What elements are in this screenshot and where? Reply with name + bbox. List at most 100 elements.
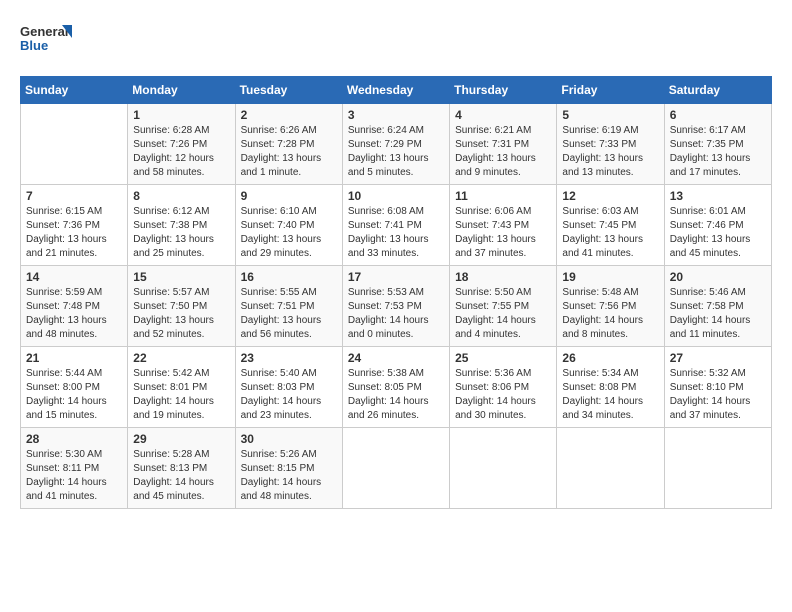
day-number: 6 bbox=[670, 108, 766, 122]
page-header: General Blue bbox=[20, 20, 772, 60]
calendar-cell: 23 Sunrise: 5:40 AM Sunset: 8:03 PM Dayli… bbox=[235, 347, 342, 428]
day-info: Sunrise: 6:15 AM Sunset: 7:36 PM Dayligh… bbox=[26, 205, 122, 261]
day-number: 19 bbox=[562, 270, 658, 284]
weekday-header: Saturday bbox=[664, 77, 771, 104]
day-info: Sunrise: 6:06 AM Sunset: 7:43 PM Dayligh… bbox=[455, 205, 551, 261]
weekday-header: Friday bbox=[557, 77, 664, 104]
day-number: 8 bbox=[133, 189, 229, 203]
calendar-cell: 12Sunrise: 6:03 AM Sunset: 7:45 PM Dayli… bbox=[557, 185, 664, 266]
day-info: Sunrise: 6:10 AM Sunset: 7:40 PM Dayligh… bbox=[241, 205, 337, 261]
day-info: Sunrise: 5:32 AM Sunset: 8:10 PM Dayligh… bbox=[670, 367, 766, 423]
day-info: Sunrise: 5:59 AM Sunset: 7:48 PM Dayligh… bbox=[26, 286, 122, 342]
calendar-cell: 30 Sunrise: 5:26 AM Sunset: 8:15 PM Dayli… bbox=[235, 428, 342, 509]
day-number: 5 bbox=[562, 108, 658, 122]
day-number: 21 bbox=[26, 351, 122, 365]
calendar-cell bbox=[450, 428, 557, 509]
day-number: 11 bbox=[455, 189, 551, 203]
day-number: 4 bbox=[455, 108, 551, 122]
logo-svg: General Blue bbox=[20, 20, 72, 60]
day-number: 24 bbox=[348, 351, 444, 365]
day-number: 10 bbox=[348, 189, 444, 203]
calendar-week-row: 1 Sunrise: 6:28 AM Sunset: 7:26 PM Daylig… bbox=[21, 104, 772, 185]
calendar-cell: 1 Sunrise: 6:28 AM Sunset: 7:26 PM Daylig… bbox=[128, 104, 235, 185]
calendar-table: SundayMondayTuesdayWednesdayThursdayFrid… bbox=[20, 76, 772, 509]
calendar-cell: 2 Sunrise: 6:26 AM Sunset: 7:28 PM Daylig… bbox=[235, 104, 342, 185]
calendar-cell: 28 Sunrise: 5:30 AM Sunset: 8:11 PM Dayli… bbox=[21, 428, 128, 509]
weekday-header: Thursday bbox=[450, 77, 557, 104]
calendar-cell: 26 Sunrise: 5:34 AM Sunset: 8:08 PM Dayli… bbox=[557, 347, 664, 428]
day-info: Sunrise: 5:26 AM Sunset: 8:15 PM Dayligh… bbox=[241, 448, 337, 504]
calendar-week-row: 14 Sunrise: 5:59 AM Sunset: 7:48 PM Dayli… bbox=[21, 266, 772, 347]
day-number: 28 bbox=[26, 432, 122, 446]
calendar-cell: 15 Sunrise: 5:57 AM Sunset: 7:50 PM Dayli… bbox=[128, 266, 235, 347]
day-info: Sunrise: 5:42 AM Sunset: 8:01 PM Dayligh… bbox=[133, 367, 229, 423]
day-info: Sunrise: 6:26 AM Sunset: 7:28 PM Dayligh… bbox=[241, 124, 337, 180]
day-info: Sunrise: 5:30 AM Sunset: 8:11 PM Dayligh… bbox=[26, 448, 122, 504]
day-info: Sunrise: 6:08 AM Sunset: 7:41 PM Dayligh… bbox=[348, 205, 444, 261]
calendar-cell bbox=[342, 428, 449, 509]
day-info: Sunrise: 5:46 AM Sunset: 7:58 PM Dayligh… bbox=[670, 286, 766, 342]
logo: General Blue bbox=[20, 20, 72, 60]
calendar-cell: 18 Sunrise: 5:50 AM Sunset: 7:55 PM Dayli… bbox=[450, 266, 557, 347]
day-number: 2 bbox=[241, 108, 337, 122]
day-info: Sunrise: 5:28 AM Sunset: 8:13 PM Dayligh… bbox=[133, 448, 229, 504]
day-number: 12 bbox=[562, 189, 658, 203]
day-number: 7 bbox=[26, 189, 122, 203]
day-number: 23 bbox=[241, 351, 337, 365]
day-number: 1 bbox=[133, 108, 229, 122]
day-info: Sunrise: 6:28 AM Sunset: 7:26 PM Dayligh… bbox=[133, 124, 229, 180]
calendar-week-row: 28 Sunrise: 5:30 AM Sunset: 8:11 PM Dayli… bbox=[21, 428, 772, 509]
day-number: 26 bbox=[562, 351, 658, 365]
calendar-cell: 7 Sunrise: 6:15 AM Sunset: 7:36 PM Daylig… bbox=[21, 185, 128, 266]
weekday-header: Monday bbox=[128, 77, 235, 104]
day-number: 29 bbox=[133, 432, 229, 446]
header-row: SundayMondayTuesdayWednesdayThursdayFrid… bbox=[21, 77, 772, 104]
day-info: Sunrise: 5:36 AM Sunset: 8:06 PM Dayligh… bbox=[455, 367, 551, 423]
day-number: 15 bbox=[133, 270, 229, 284]
day-info: Sunrise: 6:12 AM Sunset: 7:38 PM Dayligh… bbox=[133, 205, 229, 261]
calendar-cell bbox=[557, 428, 664, 509]
calendar-cell: 19 Sunrise: 5:48 AM Sunset: 7:56 PM Dayli… bbox=[557, 266, 664, 347]
calendar-cell: 24 Sunrise: 5:38 AM Sunset: 8:05 PM Dayli… bbox=[342, 347, 449, 428]
calendar-cell: 3 Sunrise: 6:24 AM Sunset: 7:29 PM Daylig… bbox=[342, 104, 449, 185]
calendar-cell: 11 Sunrise: 6:06 AM Sunset: 7:43 PM Dayli… bbox=[450, 185, 557, 266]
weekday-header: Sunday bbox=[21, 77, 128, 104]
day-info: Sunrise: 5:53 AM Sunset: 7:53 PM Dayligh… bbox=[348, 286, 444, 342]
svg-text:General: General bbox=[20, 24, 68, 39]
day-info: Sunrise: 6:19 AM Sunset: 7:33 PM Dayligh… bbox=[562, 124, 658, 180]
day-number: 18 bbox=[455, 270, 551, 284]
calendar-cell: 27 Sunrise: 5:32 AM Sunset: 8:10 PM Dayli… bbox=[664, 347, 771, 428]
svg-text:Blue: Blue bbox=[20, 38, 48, 53]
calendar-cell: 13Sunrise: 6:01 AM Sunset: 7:46 PM Dayli… bbox=[664, 185, 771, 266]
day-number: 20 bbox=[670, 270, 766, 284]
weekday-header: Wednesday bbox=[342, 77, 449, 104]
day-number: 30 bbox=[241, 432, 337, 446]
calendar-cell: 17 Sunrise: 5:53 AM Sunset: 7:53 PM Dayli… bbox=[342, 266, 449, 347]
day-number: 14 bbox=[26, 270, 122, 284]
calendar-cell: 21Sunrise: 5:44 AM Sunset: 8:00 PM Dayli… bbox=[21, 347, 128, 428]
day-info: Sunrise: 5:57 AM Sunset: 7:50 PM Dayligh… bbox=[133, 286, 229, 342]
calendar-week-row: 21Sunrise: 5:44 AM Sunset: 8:00 PM Dayli… bbox=[21, 347, 772, 428]
calendar-cell: 9Sunrise: 6:10 AM Sunset: 7:40 PM Daylig… bbox=[235, 185, 342, 266]
day-info: Sunrise: 5:50 AM Sunset: 7:55 PM Dayligh… bbox=[455, 286, 551, 342]
calendar-cell: 4 Sunrise: 6:21 AM Sunset: 7:31 PM Daylig… bbox=[450, 104, 557, 185]
calendar-cell: 22Sunrise: 5:42 AM Sunset: 8:01 PM Dayli… bbox=[128, 347, 235, 428]
day-info: Sunrise: 5:48 AM Sunset: 7:56 PM Dayligh… bbox=[562, 286, 658, 342]
day-info: Sunrise: 5:38 AM Sunset: 8:05 PM Dayligh… bbox=[348, 367, 444, 423]
calendar-cell: 10 Sunrise: 6:08 AM Sunset: 7:41 PM Dayli… bbox=[342, 185, 449, 266]
calendar-cell bbox=[664, 428, 771, 509]
day-number: 17 bbox=[348, 270, 444, 284]
calendar-cell: 16Sunrise: 5:55 AM Sunset: 7:51 PM Dayli… bbox=[235, 266, 342, 347]
day-info: Sunrise: 6:24 AM Sunset: 7:29 PM Dayligh… bbox=[348, 124, 444, 180]
calendar-cell: 29 Sunrise: 5:28 AM Sunset: 8:13 PM Dayli… bbox=[128, 428, 235, 509]
day-info: Sunrise: 6:21 AM Sunset: 7:31 PM Dayligh… bbox=[455, 124, 551, 180]
day-info: Sunrise: 5:34 AM Sunset: 8:08 PM Dayligh… bbox=[562, 367, 658, 423]
day-info: Sunrise: 5:40 AM Sunset: 8:03 PM Dayligh… bbox=[241, 367, 337, 423]
day-number: 27 bbox=[670, 351, 766, 365]
calendar-cell: 6Sunrise: 6:17 AM Sunset: 7:35 PM Daylig… bbox=[664, 104, 771, 185]
day-number: 3 bbox=[348, 108, 444, 122]
calendar-cell: 25Sunrise: 5:36 AM Sunset: 8:06 PM Dayli… bbox=[450, 347, 557, 428]
calendar-cell: 20 Sunrise: 5:46 AM Sunset: 7:58 PM Dayli… bbox=[664, 266, 771, 347]
day-number: 16 bbox=[241, 270, 337, 284]
day-info: Sunrise: 6:01 AM Sunset: 7:46 PM Dayligh… bbox=[670, 205, 766, 261]
